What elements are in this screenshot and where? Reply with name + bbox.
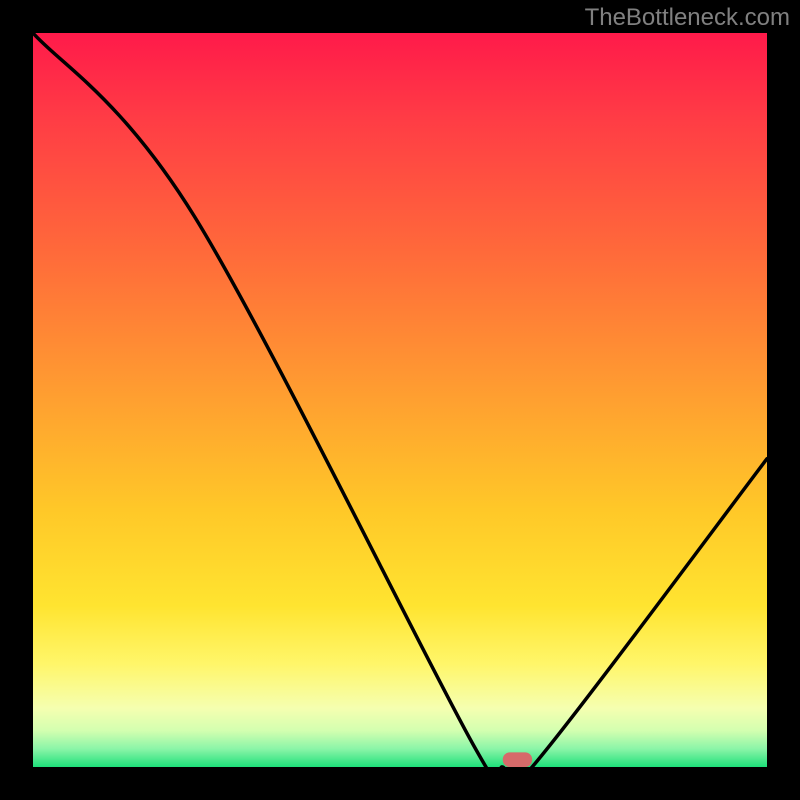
chart-container: TheBottleneck.com xyxy=(0,0,800,800)
optimal-marker xyxy=(503,752,532,767)
bottleneck-chart xyxy=(0,0,800,800)
watermark-label: TheBottleneck.com xyxy=(585,4,790,32)
